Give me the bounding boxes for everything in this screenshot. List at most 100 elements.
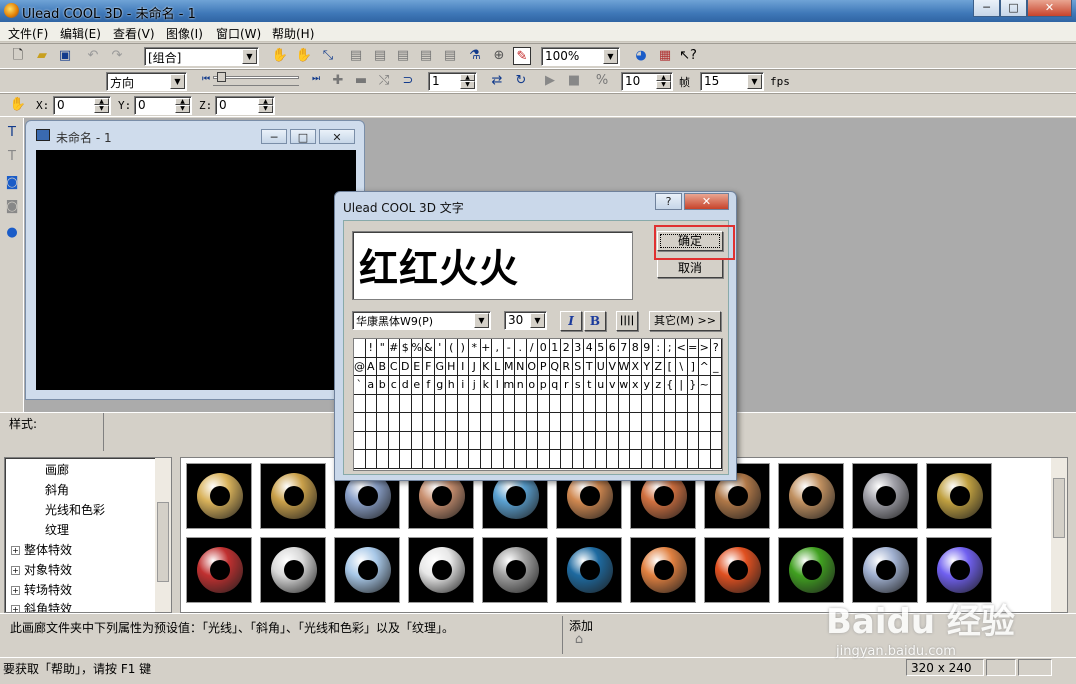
gallery-thumbnail[interactable] — [852, 463, 918, 529]
char-cell[interactable] — [711, 450, 722, 468]
char-cell[interactable] — [607, 431, 619, 449]
char-cell[interactable]: 8 — [630, 339, 642, 357]
gallery-thumbnail[interactable] — [408, 537, 474, 603]
char-cell[interactable] — [550, 413, 561, 431]
char-cell[interactable] — [377, 450, 389, 468]
char-cell[interactable]: d — [400, 376, 412, 394]
char-cell[interactable]: 4 — [584, 339, 596, 357]
char-cell[interactable]: R — [561, 357, 573, 375]
char-cell[interactable] — [366, 450, 377, 468]
char-cell[interactable] — [630, 394, 642, 412]
char-cell[interactable]: \ — [676, 357, 688, 375]
char-cell[interactable]: 0 — [538, 339, 550, 357]
new-file-icon[interactable]: 🗋 — [9, 47, 27, 65]
char-cell[interactable] — [492, 394, 504, 412]
char-cell[interactable] — [412, 413, 423, 431]
char-cell[interactable] — [458, 450, 469, 468]
char-cell[interactable] — [527, 431, 538, 449]
char-cell[interactable] — [688, 450, 699, 468]
char-cell[interactable]: E — [412, 357, 423, 375]
char-cell[interactable]: | — [676, 376, 688, 394]
globe-icon[interactable]: ⊕ — [490, 47, 508, 65]
char-cell[interactable]: a — [366, 376, 377, 394]
char-cell[interactable] — [389, 450, 400, 468]
menu-window[interactable]: 窗口(W) — [216, 25, 261, 42]
char-cell[interactable] — [676, 394, 688, 412]
gallery-thumbnail[interactable] — [482, 537, 548, 603]
position-hand-icon[interactable]: ✋ — [9, 96, 27, 114]
char-cell[interactable]: W — [619, 357, 630, 375]
char-cell[interactable] — [699, 413, 711, 431]
char-cell[interactable]: c — [389, 376, 400, 394]
char-cell[interactable] — [665, 431, 676, 449]
other-options-button[interactable]: 其它(M) >> — [649, 311, 721, 331]
char-cell[interactable] — [435, 413, 446, 431]
char-cell[interactable] — [458, 431, 469, 449]
char-cell[interactable]: : — [653, 339, 665, 357]
char-cell[interactable]: 9 — [642, 339, 653, 357]
char-cell[interactable]: ~ — [699, 376, 711, 394]
gallery-scrollbar-thumb[interactable] — [1053, 478, 1065, 538]
spin-down-icon[interactable]: ▼ — [175, 105, 190, 113]
char-cell[interactable] — [653, 431, 665, 449]
char-cell[interactable] — [412, 394, 423, 412]
char-cell[interactable]: Y — [642, 357, 653, 375]
char-cell[interactable] — [607, 394, 619, 412]
resize-icon[interactable]: ⤡ — [319, 47, 337, 65]
expand-icon[interactable]: + — [11, 586, 20, 595]
char-cell[interactable]: ( — [446, 339, 458, 357]
char-cell[interactable] — [596, 394, 607, 412]
char-cell[interactable] — [688, 413, 699, 431]
italic-button[interactable]: I — [560, 311, 582, 331]
spin-up-icon[interactable]: ▲ — [656, 74, 671, 81]
doc-close-button[interactable]: ✕ — [319, 129, 355, 144]
shape-tool-icon[interactable]: ▤ — [371, 47, 389, 65]
char-cell[interactable]: ] — [688, 357, 699, 375]
context-help-icon[interactable]: ↖? — [679, 47, 697, 65]
move-hand-icon[interactable]: ✋ — [271, 47, 289, 65]
char-cell[interactable]: r — [561, 376, 573, 394]
char-cell[interactable] — [619, 450, 630, 468]
spacing-button[interactable]: |||| — [616, 311, 638, 331]
char-cell[interactable]: k — [481, 376, 492, 394]
char-cell[interactable] — [711, 394, 722, 412]
char-cell[interactable]: 7 — [619, 339, 630, 357]
char-cell[interactable]: ' — [435, 339, 446, 357]
char-cell[interactable]: X — [630, 357, 642, 375]
char-cell[interactable] — [354, 339, 366, 357]
char-cell[interactable] — [584, 413, 596, 431]
char-cell[interactable]: B — [377, 357, 389, 375]
char-cell[interactable] — [550, 394, 561, 412]
spin-down-icon[interactable]: ▼ — [460, 81, 475, 89]
color-icon[interactable]: ✎ — [513, 47, 531, 65]
tree-item-transition-effects[interactable]: + 转场特效 — [11, 581, 72, 598]
char-cell[interactable]: " — [377, 339, 389, 357]
spin-up-icon[interactable]: ▲ — [258, 98, 273, 105]
char-cell[interactable]: 5 — [596, 339, 607, 357]
char-cell[interactable]: } — [688, 376, 699, 394]
char-cell[interactable]: V — [607, 357, 619, 375]
insert-geometry-icon[interactable]: ◙ — [3, 174, 21, 192]
char-cell[interactable]: z — [653, 376, 665, 394]
char-cell[interactable] — [412, 450, 423, 468]
current-frame-input[interactable]: 1 ▲ ▼ — [428, 72, 477, 91]
redo-icon[interactable]: ↷ — [108, 47, 126, 65]
char-cell[interactable]: K — [481, 357, 492, 375]
expand-icon[interactable]: + — [11, 566, 20, 575]
char-cell[interactable]: & — [423, 339, 435, 357]
char-cell[interactable] — [446, 413, 458, 431]
char-cell[interactable] — [354, 394, 366, 412]
char-cell[interactable]: = — [688, 339, 699, 357]
menu-edit[interactable]: 编辑(E) — [60, 25, 101, 42]
char-cell[interactable] — [699, 431, 711, 449]
char-cell[interactable] — [469, 394, 481, 412]
char-cell[interactable]: D — [400, 357, 412, 375]
gallery-scrollbar[interactable] — [1051, 458, 1067, 612]
char-cell[interactable] — [469, 431, 481, 449]
menu-help[interactable]: 帮助(H) — [272, 25, 314, 42]
char-cell[interactable]: H — [446, 357, 458, 375]
loop-icon[interactable]: ⊃ — [399, 72, 417, 90]
char-cell[interactable]: f — [423, 376, 435, 394]
char-cell[interactable] — [492, 431, 504, 449]
char-cell[interactable] — [711, 413, 722, 431]
